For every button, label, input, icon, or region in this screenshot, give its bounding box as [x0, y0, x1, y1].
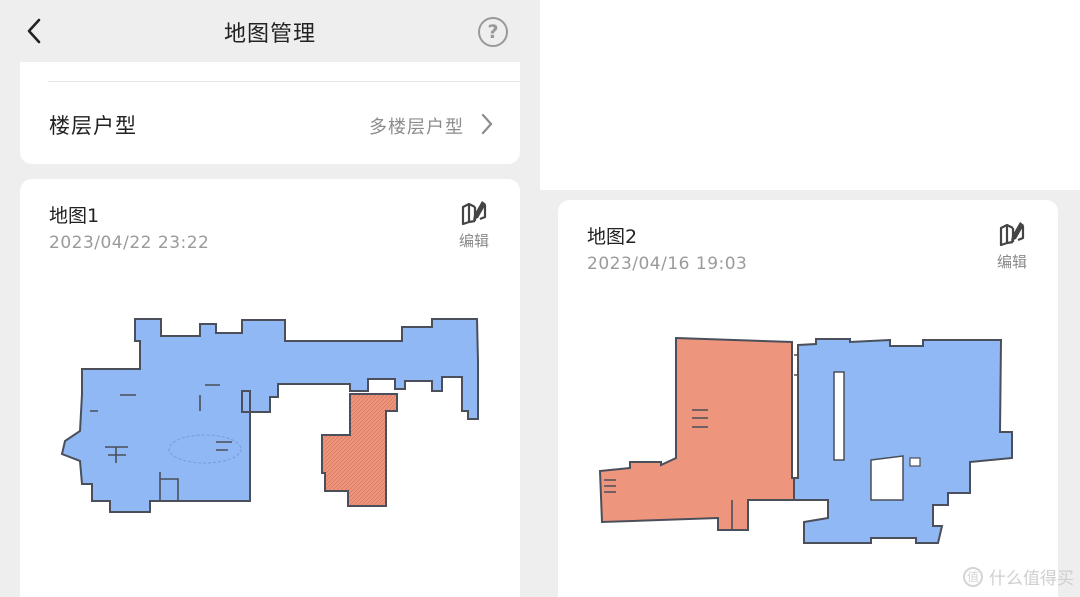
help-icon: ? [487, 21, 499, 43]
page-title: 地图管理 [223, 22, 316, 47]
back-button[interactable] [20, 16, 48, 46]
map-room-blue [60, 318, 479, 513]
map-card-2[interactable]: 地图2 2023/04/16 19:03 编辑 [558, 200, 1058, 597]
divider [48, 81, 520, 82]
help-button[interactable]: ? [478, 17, 508, 47]
map-card-1[interactable]: 地图1 2023/04/22 23:22 编辑 [20, 179, 520, 597]
floor-type-label: 楼层户型 [49, 114, 137, 138]
map-room-blue [793, 338, 1013, 544]
map-room-orange [598, 336, 795, 531]
watermark-text: 什么值得买 [989, 569, 1074, 589]
chevron-right-icon [481, 113, 493, 135]
map-room-orange [321, 393, 398, 507]
watermark-logo-icon: 值 [963, 566, 983, 587]
floor-map-1[interactable] [20, 179, 520, 597]
back-arrow-icon [27, 18, 41, 44]
nav-header: 地图管理 ? [0, 0, 540, 62]
watermark: 值 什么值得买 [963, 564, 1074, 589]
floor-type-value: 多楼层户型 [369, 117, 464, 138]
floor-settings-card: 楼层户型 多楼层户型 [20, 62, 520, 164]
map-management-screen: 地图管理 ? 楼层户型 多楼层户型 地图1 2023/04/22 23:22 编… [0, 0, 540, 597]
floor-map-2[interactable] [558, 200, 1058, 597]
blank-area [540, 0, 1080, 190]
